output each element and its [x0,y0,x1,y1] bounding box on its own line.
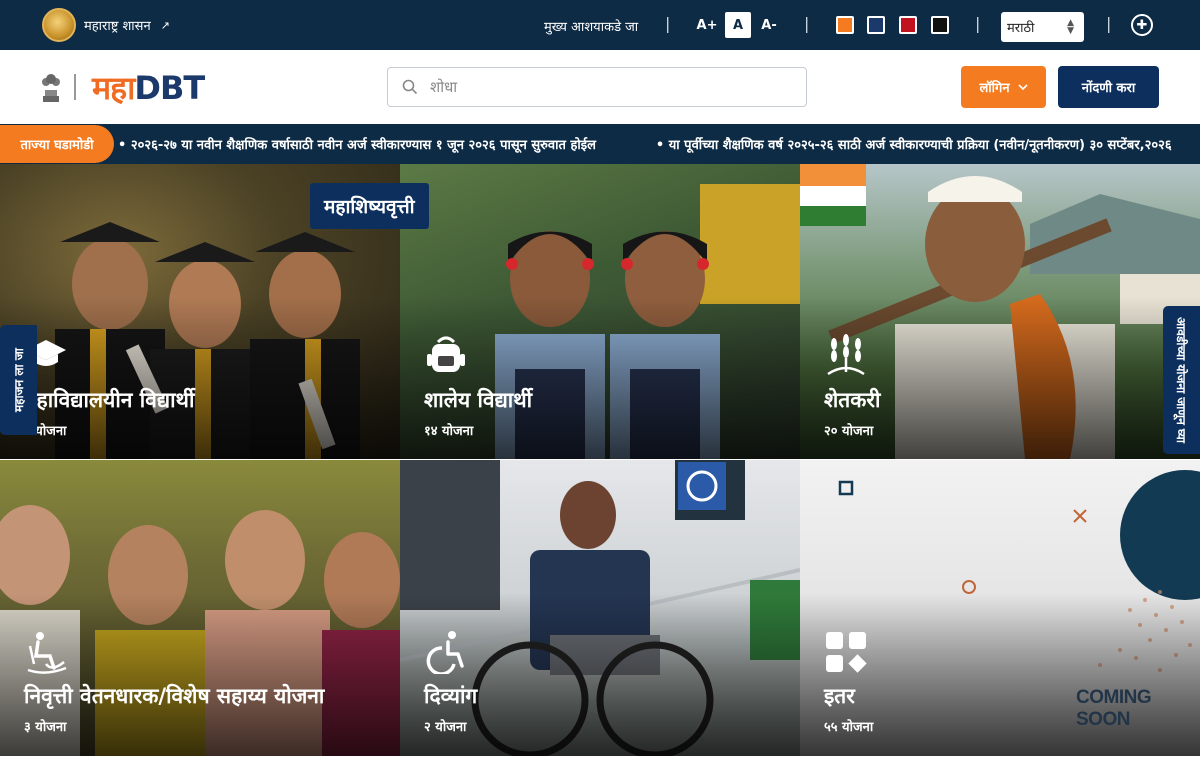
theme-blue-swatch[interactable] [867,16,885,34]
tile-school-students[interactable]: शालेय विद्यार्थी १४ योजना [400,164,800,459]
select-arrows-icon: ▲ ▼ [1067,18,1074,36]
tile-name: महाविद्यालयीन विद्यार्थी [24,388,195,412]
external-link-icon: ↗ [160,18,170,32]
mahadbt-logo[interactable]: महा DBT [92,66,205,109]
ticker-label: ताज्या घडामोडी [0,125,114,163]
chevron-down-icon [1017,83,1028,90]
theme-black-swatch[interactable] [931,16,949,34]
tile-shade [800,164,1200,459]
divider: | [665,14,671,33]
logo-part-dbt: DBT [134,69,205,107]
top-utility-bar: महाराष्ट्र शासन ↗ मुख्य आशयाकडे जा | A+ … [0,0,1200,50]
tile-count: ५५ योजना [824,720,874,735]
search-box[interactable]: शोधा [387,67,807,107]
tile-shade [0,460,400,756]
divider: | [804,14,810,33]
grid-shapes-icon [826,632,867,673]
side-tab-right[interactable]: आवडीच्या योजना जाणून घ्या [1163,306,1200,454]
register-button[interactable]: नोंदणी करा [1058,66,1159,108]
rocking-chair-icon [27,632,67,674]
language-value: मराठी [1007,21,1035,36]
tile-disabled[interactable]: दिव्यांग २ योजना [400,460,800,756]
tile-count: १४ योजना [424,424,474,439]
language-select[interactable]: मराठी ▲ ▼ [1001,12,1084,42]
ticker-item[interactable]: या पूर्वीच्या शैक्षणिक वर्ष २०२५-२६ साठी… [656,135,1172,153]
login-button[interactable]: लॉगिन [961,66,1046,108]
coming-soon-label: COMING SOON [1076,687,1152,730]
mahashishyavrutti-badge[interactable]: महाशिष्यवृत्ती [310,183,429,229]
tile-name: शालेय विद्यार्थी [424,388,533,412]
site-header: महा DBT शोधा लॉगिन नोंदणी करा [0,50,1200,124]
government-label: महाराष्ट्र शासन [84,19,151,34]
theme-red-swatch[interactable] [899,16,917,34]
tile-count: ३ योजना [24,720,67,735]
divider: | [975,14,981,33]
search-input[interactable]: शोधा [430,77,457,97]
news-ticker: ताज्या घडामोडी २०२६-२७ या नवीन शैक्षणिक … [0,124,1200,164]
ticker-item[interactable]: २०२६-२७ या नवीन शैक्षणिक वर्षासाठी नवीन … [118,135,596,153]
side-tab-left[interactable]: महाजन ला जा [0,325,37,435]
tile-shade [400,460,800,756]
search-icon [402,79,418,95]
tile-count: २ योजना [424,720,467,735]
tile-farmers[interactable]: शेतकरी २० योजना [800,164,1200,459]
wheat-icon [827,334,865,376]
logo-divider [74,74,76,100]
font-normal-button[interactable]: A [725,12,751,38]
tile-name: शेतकरी [824,388,881,412]
maharashtra-seal-icon [42,8,76,42]
divider: | [1106,14,1112,33]
government-link[interactable]: महाराष्ट्र शासन ↗ [42,8,170,42]
tile-name: निवृत्ती वेतनधारक/विशेष सहाय्य योजना [24,684,325,708]
tile-others[interactable]: COMING SOON इतर ५५ योजना [800,460,1200,756]
national-emblem-icon [42,74,60,102]
font-increase-button[interactable]: A+ [694,12,720,38]
tile-name: दिव्यांग [424,684,478,708]
skip-to-main-link[interactable]: मुख्य आशयाकडे जा [544,17,638,35]
tile-shade [400,164,800,459]
wheelchair-icon [426,631,464,674]
tile-name: इतर [824,684,855,708]
school-bag-icon [427,336,465,372]
tile-count: २० योजना [824,424,874,439]
login-label: लॉगिन [979,81,1010,96]
font-decrease-button[interactable]: A- [756,12,782,38]
theme-orange-swatch[interactable] [836,16,854,34]
tile-pensioners[interactable]: निवृत्ती वेतनधारक/विशेष सहाय्य योजना ३ य… [0,460,400,756]
category-tiles: महाविद्यालयीन विद्यार्थी ० योजना शालेय व… [0,164,1200,760]
ticker-track[interactable]: २०२६-२७ या नवीन शैक्षणिक वर्षासाठी नवीन … [118,135,1172,153]
accessibility-icon[interactable]: ✚ [1131,14,1153,36]
logo-part-maha: महा [92,69,135,107]
